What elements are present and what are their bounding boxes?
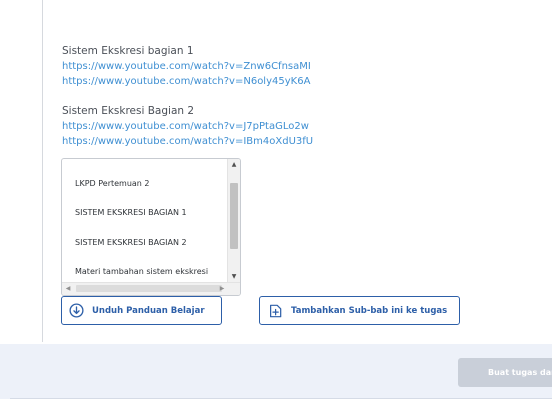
scroll-left-arrow-icon[interactable]: ◀ [62, 283, 74, 295]
section-title-2: Sistem Ekskresi Bagian 2 [62, 105, 195, 117]
video-link[interactable]: https://www.youtube.com/watch?v=N6oly45y… [62, 76, 310, 87]
add-task-icon [268, 304, 282, 318]
sub-chapter-list[interactable]: LKPD Pertemuan 2 SISTEM EKSKRESI BAGIAN … [61, 158, 241, 296]
list-item[interactable]: Materi tambahan sistem ekskresi [75, 267, 208, 276]
vertical-scrollbar[interactable]: ▲ ▼ [227, 159, 240, 283]
list-item[interactable]: LKPD Pertemuan 2 [75, 179, 150, 188]
list-item[interactable]: SISTEM EKSKRESI BAGIAN 2 [75, 238, 187, 247]
download-icon [69, 303, 84, 318]
download-guide-button[interactable]: Unduh Panduan Belajar [61, 296, 222, 325]
create-task-button[interactable]: Buat tugas dari [458, 358, 552, 387]
video-link[interactable]: https://www.youtube.com/watch?v=J7pPtaGL… [62, 121, 309, 132]
footer-divider [10, 398, 552, 399]
content-left-border [42, 0, 43, 342]
scroll-up-arrow-icon[interactable]: ▲ [228, 159, 240, 171]
video-link[interactable]: https://www.youtube.com/watch?v=IBm4oXdU… [62, 136, 313, 147]
section-title-1: Sistem Ekskresi bagian 1 [62, 45, 194, 57]
vertical-scroll-thumb[interactable] [230, 183, 238, 249]
list-item[interactable]: SISTEM EKSKRESI BAGIAN 1 [75, 208, 187, 217]
add-to-task-label: Tambahkan Sub-bab ini ke tugas [291, 305, 448, 316]
add-to-task-button[interactable]: Tambahkan Sub-bab ini ke tugas [259, 296, 460, 325]
horizontal-scrollbar[interactable]: ◀ ▶ [62, 282, 240, 295]
video-link[interactable]: https://www.youtube.com/watch?v=Znw6Cfns… [62, 61, 311, 72]
horizontal-scroll-thumb[interactable] [76, 285, 222, 292]
download-guide-label: Unduh Panduan Belajar [92, 305, 205, 316]
scroll-right-arrow-icon[interactable]: ▶ [216, 283, 228, 295]
